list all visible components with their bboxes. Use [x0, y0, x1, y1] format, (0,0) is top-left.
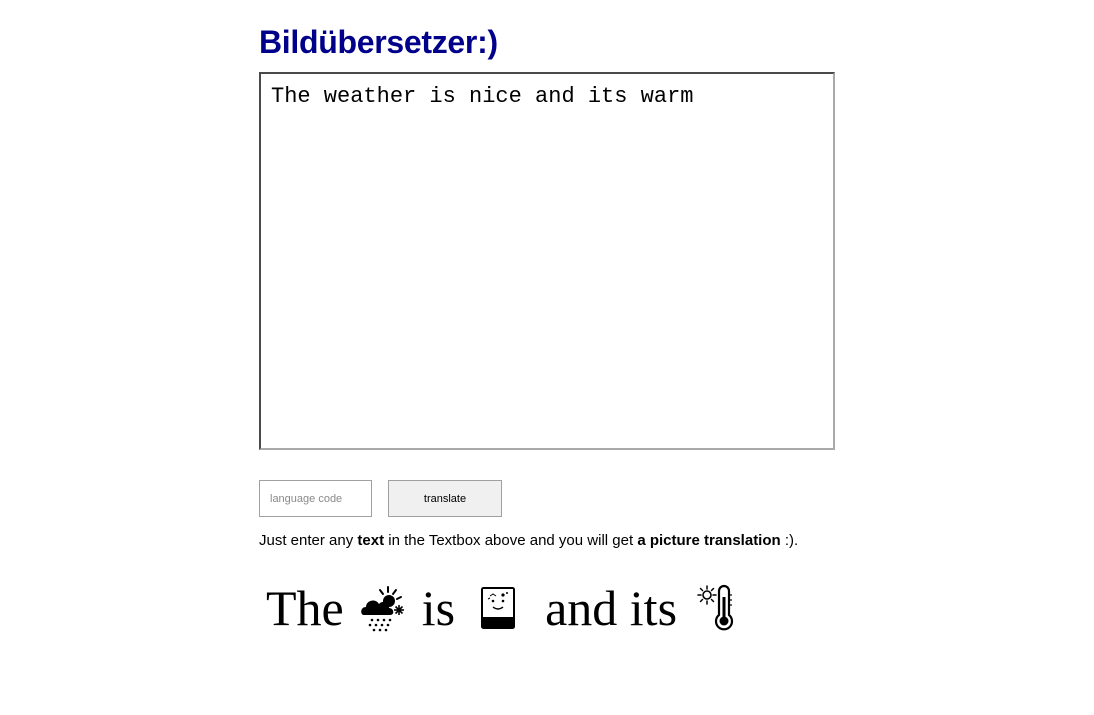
- page-title: Bildübersetzer:): [259, 24, 498, 60]
- instructions-text: Just enter any text in the Textbox above…: [259, 531, 798, 551]
- hint-part1: Just enter any: [259, 532, 358, 549]
- hint-part3: :).: [780, 532, 799, 549]
- hint-part2: in the Textbox above and you will get: [384, 532, 638, 549]
- result-word-the: The: [266, 580, 344, 636]
- picture-translation-output: The is and its: [266, 578, 745, 638]
- translate-button[interactable]: translate: [388, 480, 502, 517]
- hint-bold-text: text: [357, 532, 385, 549]
- hint-bold-picture-translation: a picture translation: [637, 532, 781, 549]
- result-word-is: is: [421, 580, 456, 636]
- language-code-input[interactable]: [259, 480, 372, 517]
- thermometer-sun-icon: [695, 583, 745, 633]
- smiling-face-card-icon: [473, 583, 523, 633]
- result-word-and-its: and its: [545, 580, 678, 636]
- weather-cloud-sun-rain-icon: [358, 583, 408, 633]
- input-textarea[interactable]: [259, 72, 835, 450]
